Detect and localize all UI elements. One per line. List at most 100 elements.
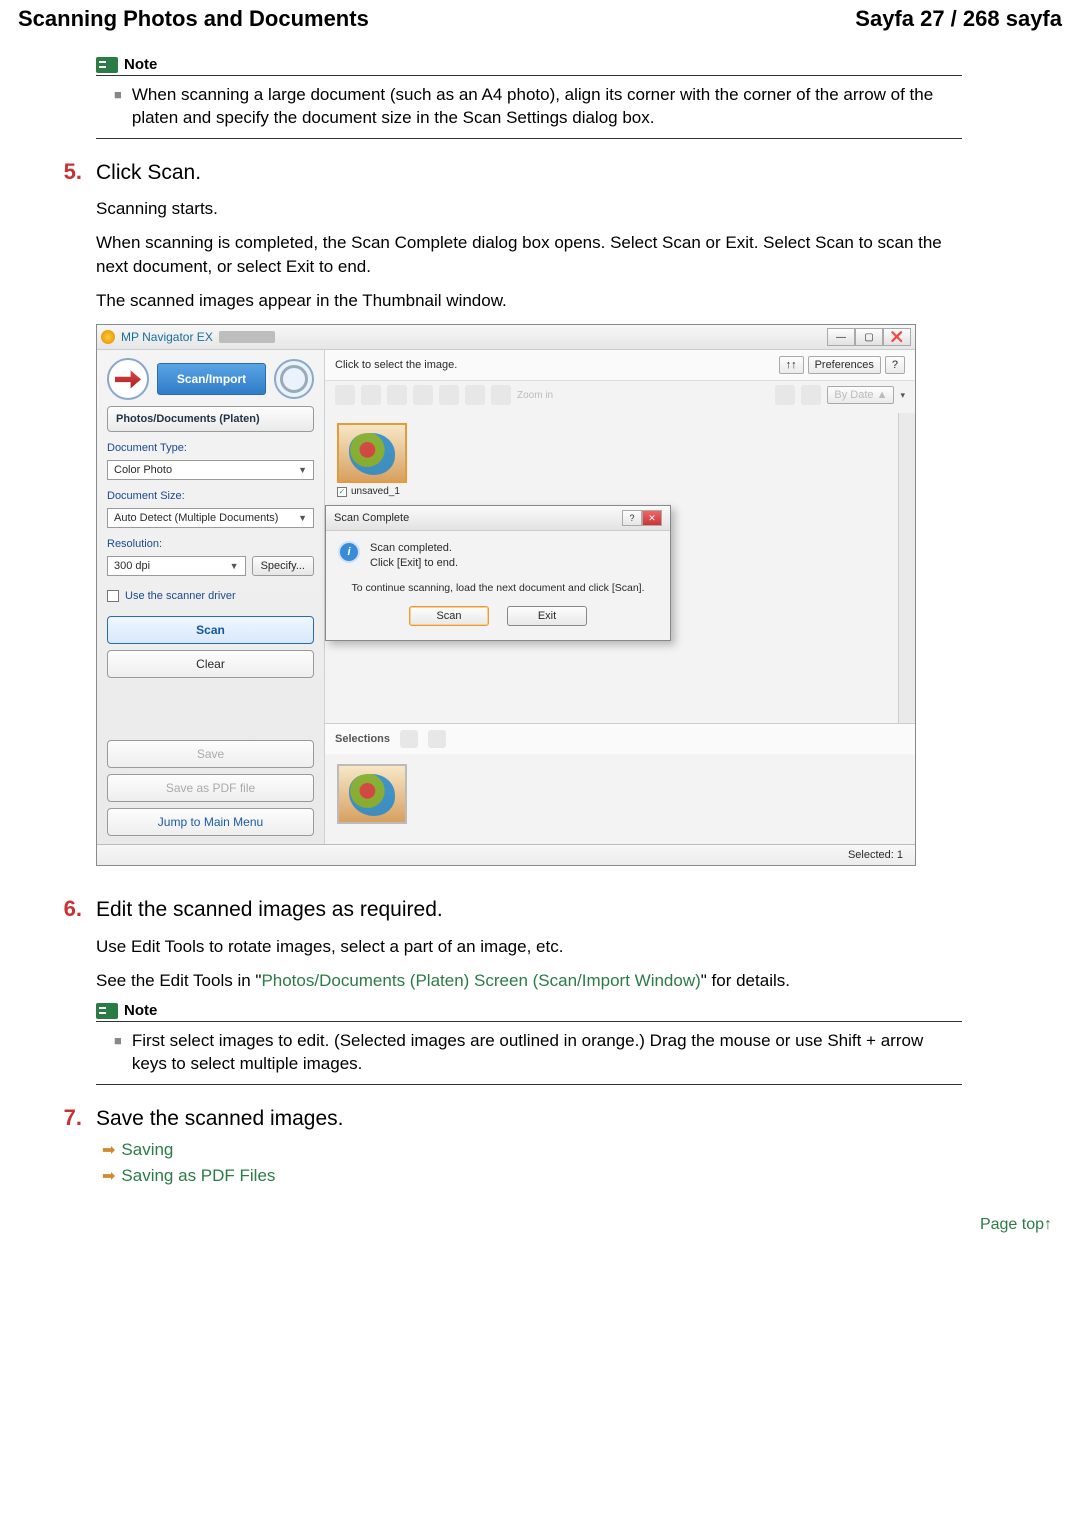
step-number: 7. [56, 1105, 82, 1133]
scan-complete-dialog: Scan Complete ? ✕ i [325, 505, 671, 641]
selections-area[interactable] [325, 754, 915, 844]
selections-list-icon[interactable] [428, 730, 446, 748]
combo-doc-size[interactable]: Auto Detect (Multiple Documents)▼ [107, 508, 314, 528]
step-5: 5. Click Scan. [56, 159, 962, 187]
sort-button[interactable]: By Date ▲ [827, 386, 894, 404]
tool-icon[interactable] [491, 385, 511, 405]
note-block-2: Note ■ First select images to edit. (Sel… [96, 1002, 962, 1085]
selections-grid-icon[interactable] [400, 730, 418, 748]
app-icon [101, 330, 115, 344]
arrow-icon: ➡ [102, 1140, 115, 1160]
note-label: Note [124, 56, 157, 73]
link-saving-pdf[interactable]: ➡ Saving as PDF Files [102, 1166, 962, 1186]
thumbnail-check-icon[interactable]: ✓ [337, 487, 347, 497]
thumbnail-name: unsaved_1 [351, 486, 400, 497]
chevron-down-icon: ▼ [298, 465, 307, 475]
step5-p3: The scanned images appear in the Thumbna… [96, 289, 962, 313]
link-platen-screen[interactable]: Photos/Documents (Platen) Screen (Scan/I… [261, 971, 700, 990]
dialog-line1: Scan completed. [370, 541, 458, 555]
hint-text: Click to select the image. [335, 359, 457, 371]
tool-icon[interactable] [439, 385, 459, 405]
chevron-down-icon[interactable]: ▾ [900, 390, 905, 401]
combo-resolution[interactable]: 300 dpi▼ [107, 556, 246, 576]
tool-icon[interactable] [413, 385, 433, 405]
window-maximize[interactable]: ▢ [855, 328, 883, 346]
tool-icon[interactable] [465, 385, 485, 405]
step-title: Click Scan. [96, 159, 201, 187]
save-pdf-button: Save as PDF file [107, 774, 314, 802]
scan-arrow-icon [107, 358, 149, 400]
guide-button[interactable]: ↑↑ [779, 356, 804, 374]
window-minimize[interactable]: — [827, 328, 855, 346]
step-number: 6. [56, 896, 82, 924]
label-doc-size: Document Size: [107, 490, 314, 502]
titlebar: MP Navigator EX — ▢ ❌ [97, 325, 915, 350]
thumbnail-item[interactable]: ✓ unsaved_1 [337, 423, 407, 497]
arrow-icon: ➡ [102, 1166, 115, 1186]
dialog-line2: Click [Exit] to end. [370, 556, 458, 570]
dialog-exit-button[interactable]: Exit [507, 606, 587, 626]
step5-p1: Scanning starts. [96, 197, 962, 221]
scan-import-button[interactable]: Scan/Import [157, 363, 266, 395]
step-7: 7. Save the scanned images. [56, 1105, 962, 1133]
page-top-link[interactable]: Page top↑ [18, 1216, 1062, 1234]
version-box [219, 331, 275, 343]
help-button[interactable]: ? [885, 356, 905, 374]
tool-icon[interactable] [387, 385, 407, 405]
page-indicator: Sayfa 27 / 268 sayfa [855, 6, 1062, 32]
step5-p2: When scanning is completed, the Scan Com… [96, 231, 962, 279]
disc-icon[interactable] [274, 359, 314, 399]
note-icon [96, 1003, 118, 1019]
combo-doc-type[interactable]: Color Photo▼ [107, 460, 314, 480]
step-6: 6. Edit the scanned images as required. [56, 896, 962, 924]
note-label: Note [124, 1002, 157, 1019]
dialog-subtext: To continue scanning, load the next docu… [338, 582, 658, 594]
step-number: 5. [56, 159, 82, 187]
selection-thumbnail[interactable] [337, 764, 407, 824]
chevron-down-icon: ▼ [298, 513, 307, 523]
save-button: Save [107, 740, 314, 768]
label-resolution: Resolution: [107, 538, 167, 550]
step6-p2: See the Edit Tools in "Photos/Documents … [96, 969, 962, 993]
preferences-button[interactable]: Preferences [808, 356, 881, 374]
status-bar: Selected: 1 [97, 844, 915, 865]
dialog-title: Scan Complete [334, 512, 409, 524]
tool-icon[interactable] [361, 385, 381, 405]
thumb-size-large-icon[interactable] [801, 385, 821, 405]
specify-button[interactable]: Specify... [252, 556, 314, 576]
selections-label: Selections [335, 733, 390, 745]
tool-icon[interactable] [335, 385, 355, 405]
link-saving[interactable]: ➡ Saving [102, 1140, 962, 1160]
step-title: Edit the scanned images as required. [96, 896, 443, 924]
right-pane: Click to select the image. ↑↑ Preference… [325, 350, 915, 844]
info-icon: i [338, 541, 360, 563]
tab-photos-documents[interactable]: Photos/Documents (Platen) [107, 406, 314, 432]
window-title: MP Navigator EX [121, 330, 213, 344]
clear-button[interactable]: Clear [107, 650, 314, 678]
thumbnail-area[interactable]: ✓ unsaved_1 Scan Complete ? [325, 413, 915, 723]
step6-p1: Use Edit Tools to rotate images, select … [96, 935, 962, 959]
page-title: Scanning Photos and Documents [18, 6, 369, 32]
note-icon [96, 57, 118, 73]
zoom-in-label: Zoom in [517, 390, 553, 401]
thumbnail-image [337, 423, 407, 483]
scan-button[interactable]: Scan [107, 616, 314, 644]
up-arrow-icon: ↑ [1044, 1216, 1052, 1233]
app-screenshot: MP Navigator EX — ▢ ❌ Scan/Import [96, 324, 916, 866]
dialog-help-icon[interactable]: ? [622, 510, 642, 526]
use-scanner-driver-checkbox[interactable]: Use the scanner driver [107, 590, 314, 602]
bullet-icon: ■ [114, 84, 122, 130]
scrollbar[interactable] [898, 413, 915, 723]
dialog-close-icon[interactable]: ✕ [642, 510, 662, 526]
thumb-size-small-icon[interactable] [775, 385, 795, 405]
label-doc-type: Document Type: [107, 442, 314, 454]
step-title: Save the scanned images. [96, 1105, 344, 1133]
note-text-2: First select images to edit. (Selected i… [132, 1030, 958, 1076]
note-text-1: When scanning a large document (such as … [132, 84, 958, 130]
jump-main-menu-button[interactable]: Jump to Main Menu [107, 808, 314, 836]
window-close[interactable]: ❌ [883, 328, 911, 346]
dialog-scan-button[interactable]: Scan [409, 606, 489, 626]
bullet-icon: ■ [114, 1030, 122, 1076]
chevron-down-icon: ▼ [230, 561, 239, 571]
checkbox-icon [107, 590, 119, 602]
